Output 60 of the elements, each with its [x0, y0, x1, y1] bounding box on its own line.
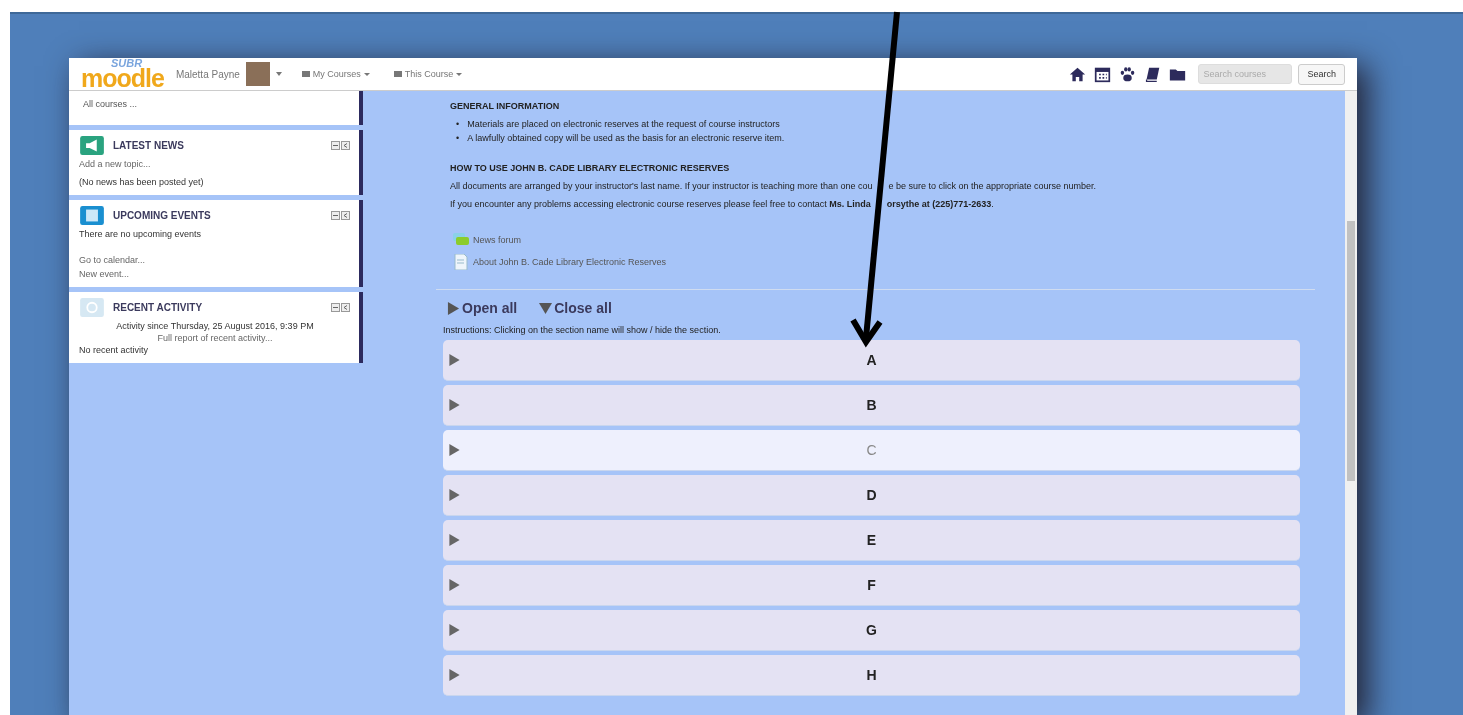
expand-triangle-icon[interactable] [449, 399, 460, 411]
instructions-text: Instructions: Clicking on the section name will show / hide the section. [443, 325, 722, 335]
close-all-link[interactable]: Close all [539, 300, 612, 316]
resource-link[interactable]: About John B. Cade Library Electronic Reserves [473, 257, 667, 267]
play-triangle-icon[interactable] [447, 301, 460, 315]
block-title: LATEST NEWS [113, 140, 185, 151]
paw-icon[interactable] [1119, 65, 1137, 83]
block-controls-icon[interactable] [331, 303, 351, 312]
search-button[interactable]: Search [1298, 63, 1345, 85]
section-toggle[interactable]: E [443, 520, 1300, 561]
user-menu[interactable]: Maletta Payne [175, 68, 240, 80]
avatar-photo-placeholder [245, 62, 270, 86]
paragraph-text: orsythe at (225)771-2633. [886, 199, 994, 209]
block-text: Activity since Thursday, 25 August 2016, 9:39 PM [115, 321, 315, 331]
expand-triangle-icon[interactable] [449, 489, 460, 501]
document-icon [453, 254, 469, 270]
section-toggle[interactable]: D [443, 475, 1300, 516]
block-text: There are no upcoming events [79, 229, 203, 239]
section-toggle[interactable]: F [443, 565, 1300, 606]
scrollbar[interactable] [1345, 91, 1357, 715]
expand-triangle-icon[interactable] [449, 444, 460, 456]
block-title: RECENT ACTIVITY [113, 302, 204, 313]
expand-triangle-icon[interactable] [449, 579, 460, 591]
nav-menu[interactable]: My Courses [301, 69, 370, 79]
section-toggle[interactable]: H [443, 655, 1300, 696]
bullet-marker: • [456, 119, 460, 129]
block-link[interactable]: Go to calendar... [79, 255, 351, 265]
bullet-text: Materials are placed on electronic reserves at the request of course instructors [467, 119, 780, 129]
expand-triangle-icon[interactable] [449, 534, 460, 546]
block-controls-icon[interactable] [331, 211, 351, 220]
block-title: UPCOMING EVENTS [113, 210, 212, 221]
block-link[interactable]: New event... [79, 269, 351, 279]
home-icon[interactable] [1069, 65, 1087, 83]
bullet-marker: • [456, 133, 460, 143]
block-text: (No news has been posted yet) [79, 177, 205, 187]
section-toggle[interactable]: B [443, 385, 1300, 426]
paragraph-text: All documents are arranged by your instructor's last name. If your instructor is teaching more than one cou [450, 181, 873, 191]
section-heading: GENERAL INFORMATION [450, 101, 561, 111]
all-courses-link[interactable]: All courses ... [83, 99, 138, 109]
section-heading: HOW TO USE JOHN B. CADE LIBRARY ELECTRONIC RESERVES [450, 163, 731, 173]
block-link[interactable]: Add a new topic... [79, 159, 351, 169]
expand-triangle-icon[interactable] [449, 354, 460, 366]
bullet-text: A lawfully obtained copy will be used as the basis for an electronic reserve item. [467, 133, 785, 143]
paragraph-text: e be sure to click on the appropriate course number. [888, 181, 1097, 191]
block-link[interactable]: Full report of recent activity... [79, 333, 351, 343]
book-icon[interactable] [1144, 65, 1162, 83]
paragraph-text: If you encounter any problems accessing electronic course reserves please feel free to contact Ms. Linda [450, 199, 871, 209]
open-all-link[interactable]: Open all [447, 300, 518, 316]
block-text: No recent activity [79, 345, 150, 355]
expand-triangle-icon[interactable] [449, 669, 460, 681]
down-triangle-icon[interactable] [539, 301, 553, 315]
section-toggle[interactable]: A [443, 340, 1300, 381]
block-controls-icon[interactable] [331, 141, 351, 150]
megaphone-icon [79, 136, 105, 155]
resource-link[interactable]: News forum [473, 235, 521, 245]
chat-bubbles-icon [453, 232, 469, 248]
section-toggle[interactable]: G [443, 610, 1300, 651]
caret-icon[interactable] [275, 72, 282, 76]
nav-menu[interactable]: This Course [393, 69, 463, 79]
expand-triangle-icon[interactable] [449, 624, 460, 636]
